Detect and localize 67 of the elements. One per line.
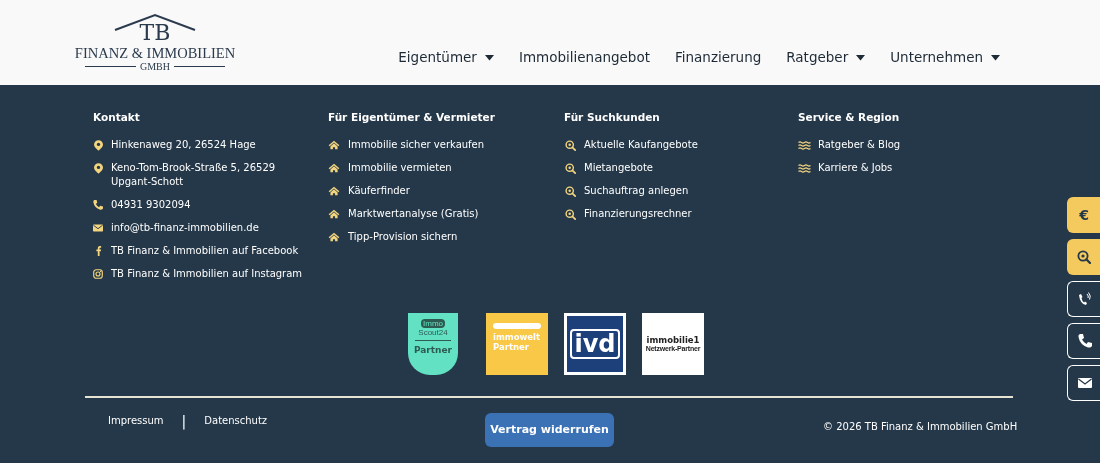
phone-icon xyxy=(93,200,103,210)
footer-link[interactable]: Hinkenaweg 20, 26524 Hage xyxy=(111,138,256,152)
nav-link[interactable]: Finanzierung xyxy=(674,47,762,68)
badge-text: ivd xyxy=(570,329,620,359)
logo-name: FINANZ & IMMOBILIEN xyxy=(74,44,236,61)
phone-ringing-icon xyxy=(1077,292,1092,306)
badge-text: Scout24 xyxy=(418,328,448,337)
footer-link[interactable]: Mietangebote xyxy=(584,161,653,175)
footer-link[interactable]: Karriere & Jobs xyxy=(818,161,893,175)
nav-link[interactable]: Unternehmen xyxy=(890,47,1000,68)
footer-link[interactable]: TB Finanz & Immobilien auf Facebook xyxy=(111,244,299,258)
euro-side-button[interactable]: € xyxy=(1067,197,1100,233)
column-heading: Für Eigentümer & Vermieter xyxy=(328,110,496,124)
house-icon xyxy=(328,163,340,173)
email-side-button[interactable] xyxy=(1067,365,1100,401)
column-heading: Für Suchkunden xyxy=(564,110,661,124)
column-heading: Service & Region xyxy=(798,110,901,124)
badge-text: immowelt xyxy=(493,332,541,342)
separator: | xyxy=(180,413,188,428)
magnifier-icon xyxy=(564,162,576,174)
footer-link[interactable]: Finanzierungsrechner xyxy=(584,207,692,221)
magnifier-icon xyxy=(1077,250,1091,264)
footer-link[interactable]: Immobilie sicher verkaufen xyxy=(348,138,485,152)
house-icon xyxy=(328,209,340,219)
footer-link[interactable]: info@tb-finanz-immobilien.de xyxy=(111,221,259,235)
house-icon xyxy=(328,186,340,196)
badge-text: Partner xyxy=(493,342,529,352)
footer-link[interactable]: Immobilie vermieten xyxy=(348,161,452,175)
footer-link[interactable]: Tipp-Provision sichern xyxy=(348,230,458,244)
instagram-icon xyxy=(93,269,103,279)
magnifier-icon xyxy=(564,208,576,220)
search-side-button[interactable] xyxy=(1067,239,1100,275)
footer-link[interactable]: Käuferfinder xyxy=(348,184,410,198)
badge-text: Partner xyxy=(413,344,453,357)
house-icon xyxy=(328,140,340,150)
envelope-icon xyxy=(1077,376,1092,390)
logo-suffix: GMBH xyxy=(140,60,170,73)
logo-initials: TB xyxy=(139,22,171,43)
footer-link[interactable]: Aktuelle Kaufangebote xyxy=(584,138,698,152)
copyright-text: © 2026 TB Finanz & Immobilien GmbH xyxy=(823,420,1018,434)
magnifier-icon xyxy=(564,185,576,197)
footer-link[interactable]: 04931 9302094 xyxy=(111,198,191,212)
nav-link[interactable]: Immobilienangebot xyxy=(518,47,650,68)
badge-text: Immo xyxy=(421,319,445,328)
phone-side-button[interactable] xyxy=(1067,323,1100,359)
revoke-contract-button[interactable]: Vertrag widerrufen xyxy=(485,413,614,447)
legal-link[interactable]: Datenschutz xyxy=(204,413,268,428)
house-icon xyxy=(328,232,340,242)
nav-link[interactable]: Eigentümer xyxy=(398,47,494,68)
badge-text: immobilie1 xyxy=(646,335,700,345)
pin-icon xyxy=(93,139,103,151)
envelope-icon xyxy=(93,224,103,232)
pin-icon xyxy=(93,162,103,174)
footer-link[interactable]: Keno-Tom-Brook-Straße 5, 26529 Upgant-Schott xyxy=(111,161,316,189)
callback-side-button[interactable] xyxy=(1067,281,1100,317)
waves-icon xyxy=(797,163,811,173)
nav-link[interactable]: Ratgeber xyxy=(786,47,866,68)
footer-link[interactable]: Suchauftrag anlegen xyxy=(584,184,689,198)
waves-icon xyxy=(797,140,811,150)
footer-link[interactable]: TB Finanz & Immobilien auf Instagram xyxy=(111,267,303,281)
column-heading: Kontakt xyxy=(93,110,141,124)
legal-link[interactable]: Impressum xyxy=(108,413,164,428)
phone-icon xyxy=(1077,334,1092,348)
footer-link[interactable]: Ratgeber & Blog xyxy=(818,138,901,152)
facebook-icon xyxy=(94,246,102,256)
magnifier-icon xyxy=(564,139,576,151)
footer-link[interactable]: Marktwertanalyse (Gratis) xyxy=(348,207,479,221)
